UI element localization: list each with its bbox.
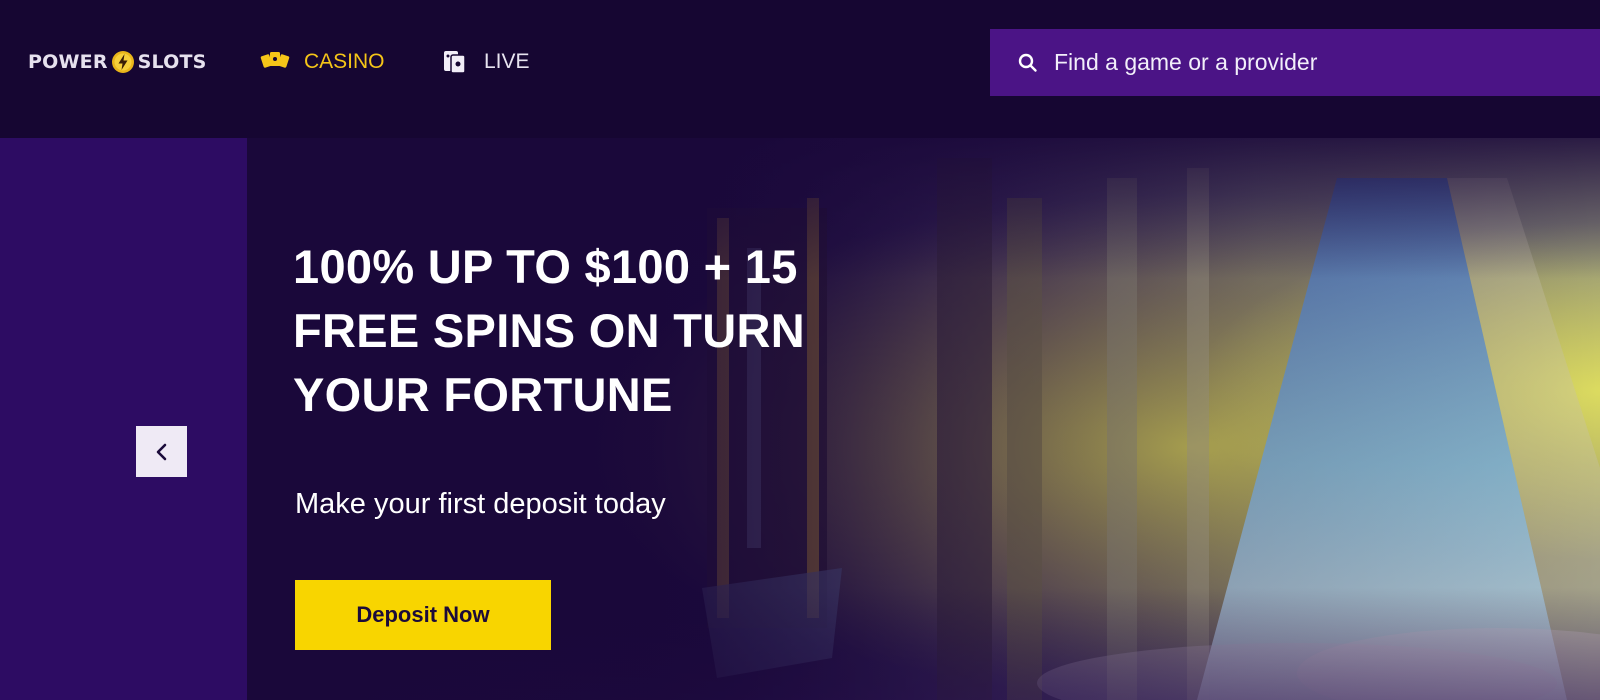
- casino-cards-icon: [260, 52, 290, 68]
- nav-live-label: LIVE: [484, 50, 530, 73]
- carousel-left-strip: [0, 138, 247, 700]
- logo-text-slots: SLOTS: [137, 51, 207, 73]
- live-cards-icon: [444, 51, 466, 74]
- search-input[interactable]: [1054, 49, 1574, 76]
- chevron-left-icon: [156, 443, 166, 460]
- nav-live[interactable]: LIVE: [440, 46, 530, 78]
- carousel-prev-button[interactable]: [136, 426, 187, 477]
- search-bar[interactable]: [990, 29, 1600, 96]
- search-icon: [1018, 53, 1037, 72]
- hero-title: 100% UP TO $100 + 15 FREE SPINS ON TURN …: [293, 240, 806, 421]
- site-header: POWER SLOTS CASINO LIVE: [0, 0, 1600, 138]
- power-slots-logo[interactable]: POWER SLOTS: [28, 47, 207, 77]
- lightning-bolt-icon: [111, 51, 134, 73]
- logo-text-power: POWER: [28, 51, 108, 73]
- hero-subtitle: Make your first deposit today: [295, 488, 666, 520]
- nav-casino[interactable]: CASINO: [260, 46, 385, 78]
- deposit-now-button[interactable]: Deposit Now: [295, 580, 551, 650]
- nav-casino-label: CASINO: [304, 50, 385, 73]
